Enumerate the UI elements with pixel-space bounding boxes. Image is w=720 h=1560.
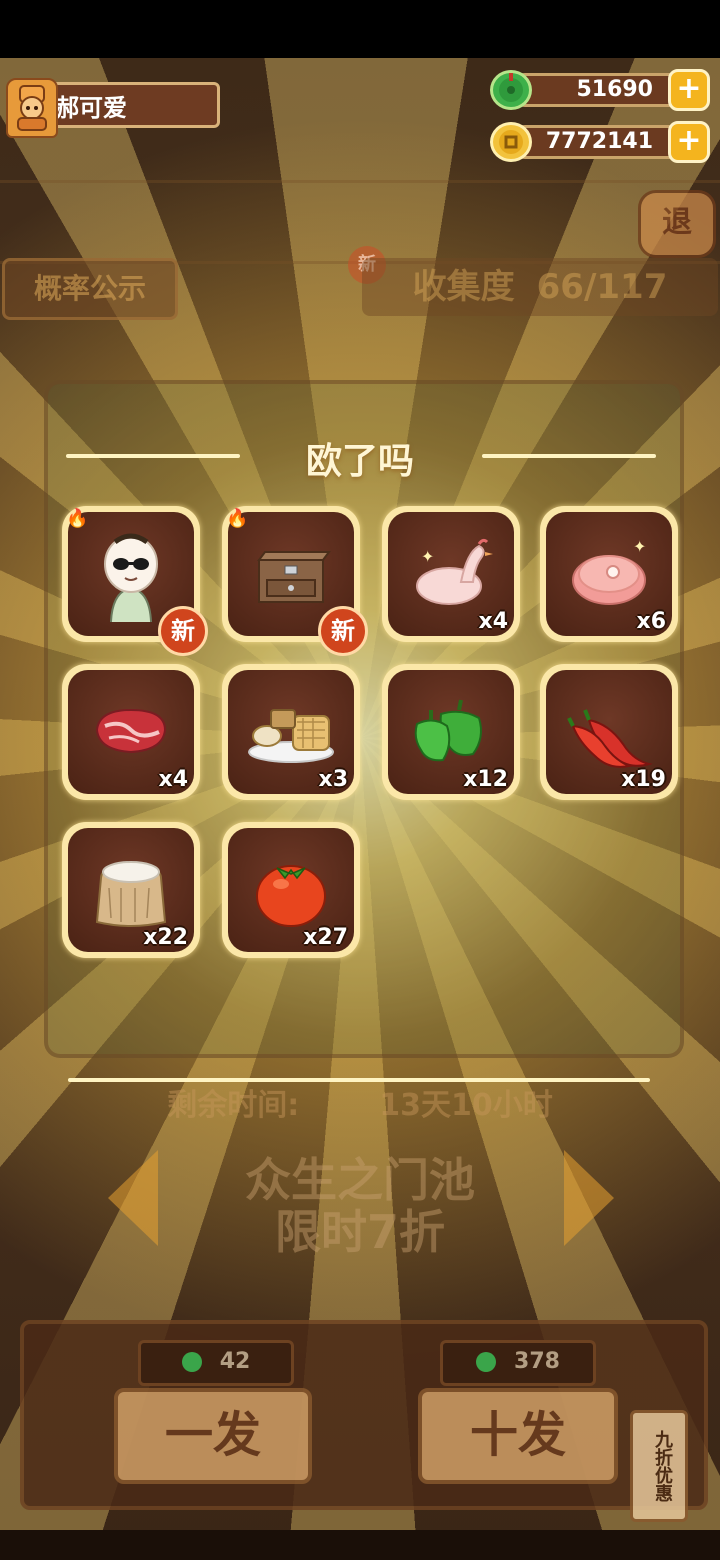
svg-text:✦: ✦ xyxy=(633,537,646,556)
flour-sack-icon xyxy=(95,861,167,927)
result-title: 欧了吗 xyxy=(305,441,414,482)
remaining-time: 剩余时间: 13天10小时 xyxy=(0,1080,720,1124)
add-gold-button[interactable]: + xyxy=(668,121,710,163)
reward-card-tomato[interactable]: x27 xyxy=(222,822,360,958)
item-quantity: x4 xyxy=(478,609,509,634)
item-quantity: x6 xyxy=(636,609,667,634)
hot-flame-icon: 🔥 xyxy=(226,508,249,529)
sunglasses-baby-icon xyxy=(104,533,158,622)
jade-amount: 51690 xyxy=(508,73,692,107)
exit-button[interactable]: 退 xyxy=(638,190,716,258)
jade-icon xyxy=(181,1352,202,1372)
tomato-icon xyxy=(256,865,326,927)
reward-card-tofu[interactable]: x3 xyxy=(222,664,360,800)
collection-progress: 收集度 66/117 xyxy=(362,258,718,316)
ten-draw-price: 378 xyxy=(440,1340,596,1386)
remaining-label: 剩余时间: xyxy=(167,1088,300,1123)
status-bar xyxy=(0,0,720,58)
single-draw-cost: 42 xyxy=(219,1349,251,1374)
chicken-icon: ✦ xyxy=(416,538,493,605)
gold-currency: 7772141 + xyxy=(490,121,710,163)
reward-card-green-pepper[interactable]: x12 xyxy=(382,664,520,800)
reward-card-chicken[interactable]: ✦ x4 xyxy=(382,506,520,642)
ten-draw-cost: 378 xyxy=(514,1349,560,1374)
avatar[interactable] xyxy=(6,78,58,138)
title-divider-right xyxy=(482,454,656,458)
title-divider-left xyxy=(66,454,240,458)
discount-tag: 九折优惠 xyxy=(630,1410,688,1522)
new-badge: 新 xyxy=(318,606,368,656)
jade-icon xyxy=(476,1352,497,1372)
item-quantity: x4 xyxy=(158,767,189,792)
wooden-cabinet-icon xyxy=(257,551,331,603)
single-draw-button[interactable]: 一发 xyxy=(114,1388,312,1484)
item-quantity: x12 xyxy=(463,767,508,792)
item-quantity: x3 xyxy=(318,767,349,792)
jade-coin-icon xyxy=(490,70,532,110)
collection-value: 66/117 xyxy=(536,267,668,307)
green-pepper-icon xyxy=(414,699,482,762)
item-quantity: x19 xyxy=(621,767,666,792)
avatar-character-icon xyxy=(17,85,47,131)
item-quantity: x22 xyxy=(143,925,188,950)
item-quantity: x27 xyxy=(303,925,348,950)
pool-discount: 限时7折 xyxy=(274,1205,445,1259)
reward-card-flour[interactable]: x22 xyxy=(62,822,200,958)
add-jade-button[interactable]: + xyxy=(668,69,710,111)
bottom-bar xyxy=(0,1530,720,1560)
ten-draw-button[interactable]: 十发 xyxy=(418,1388,618,1484)
single-draw-price: 42 xyxy=(138,1340,294,1386)
reward-card-cabinet[interactable]: 🔥 新 xyxy=(222,506,368,656)
chili-pepper-icon xyxy=(567,709,653,768)
reward-card-ham[interactable]: ✦ x6 xyxy=(540,506,678,642)
probability-button[interactable]: 概率公示 xyxy=(2,258,178,320)
gold-amount: 7772141 xyxy=(508,125,692,159)
tofu-platter-icon xyxy=(248,709,334,763)
hot-flame-icon: 🔥 xyxy=(66,508,89,529)
beef-steak-icon xyxy=(95,708,167,754)
svg-text:✦: ✦ xyxy=(421,547,434,566)
reward-card-steak[interactable]: x4 xyxy=(62,664,200,800)
user-name: 郝可爱 xyxy=(42,82,220,128)
user-badge[interactable]: 郝可爱 xyxy=(6,78,220,138)
gold-coin-icon xyxy=(490,122,532,162)
ham-icon: ✦ xyxy=(572,537,646,605)
jade-currency: 51690 + xyxy=(490,69,710,111)
collection-label: 收集度 xyxy=(412,267,515,307)
reward-card-chili[interactable]: x19 xyxy=(540,664,678,800)
new-badge: 新 xyxy=(158,606,208,656)
reward-card-character[interactable]: 🔥 新 xyxy=(62,506,208,656)
result-bottom-divider xyxy=(68,1078,650,1082)
remaining-value: 13天10小时 xyxy=(379,1088,553,1123)
